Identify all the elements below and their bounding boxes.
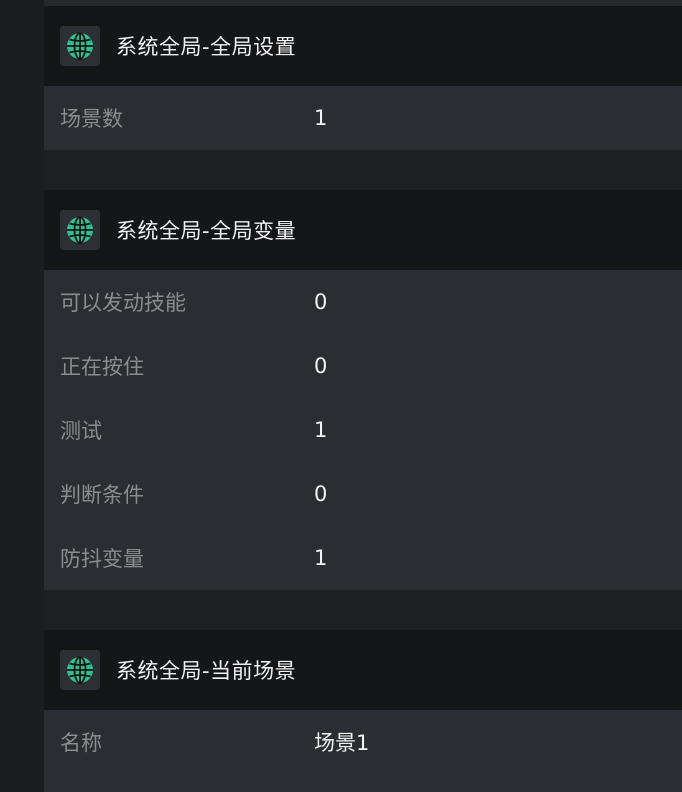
property-value: 0: [314, 482, 328, 506]
property-label: 可以发动技能: [60, 291, 186, 315]
property-row[interactable]: 可以发动技能 0: [44, 270, 682, 334]
globe-icon: [60, 26, 100, 66]
property-value: 场景1: [314, 731, 370, 755]
property-value: 0: [314, 354, 328, 378]
property-value: 1: [314, 546, 328, 570]
panel-title: 系统全局-全局设置: [116, 35, 297, 59]
property-label: 正在按住: [60, 355, 144, 379]
property-value: 0: [314, 290, 328, 314]
property-label: 测试: [60, 419, 102, 443]
globe-icon: [60, 210, 100, 250]
property-label: 判断条件: [60, 483, 144, 507]
property-label: 名称: [60, 731, 102, 755]
property-label: 场景数: [60, 107, 123, 131]
globe-icon: [60, 650, 100, 690]
property-row[interactable]: 名称 场景1: [44, 710, 682, 774]
panel-title: 系统全局-当前场景: [116, 659, 297, 683]
panel-title: 系统全局-全局变量: [116, 219, 297, 243]
panel-header[interactable]: 系统全局-全局变量: [44, 190, 682, 270]
property-row[interactable]: 场景数 1: [44, 86, 682, 150]
panel-header[interactable]: 系统全局-当前场景: [44, 630, 682, 710]
property-value: 1: [314, 106, 328, 130]
panel-global-variables: 系统全局-全局变量 可以发动技能 0 正在按住 0 测试 1 判断条件 0 防抖…: [44, 190, 682, 590]
panel-global-settings: 系统全局-全局设置 场景数 1: [44, 6, 682, 150]
property-value: 1: [314, 418, 328, 442]
property-row[interactable]: 测试 1: [44, 398, 682, 462]
property-label: 防抖变量: [60, 547, 144, 571]
panel-header[interactable]: 系统全局-全局设置: [44, 6, 682, 86]
property-row[interactable]: 正在按住 0: [44, 334, 682, 398]
property-row[interactable]: 防抖变量 1: [44, 526, 682, 590]
property-row[interactable]: 判断条件 0: [44, 462, 682, 526]
left-rail: [0, 0, 44, 792]
panel-current-scene: 系统全局-当前场景 名称 场景1: [44, 630, 682, 792]
